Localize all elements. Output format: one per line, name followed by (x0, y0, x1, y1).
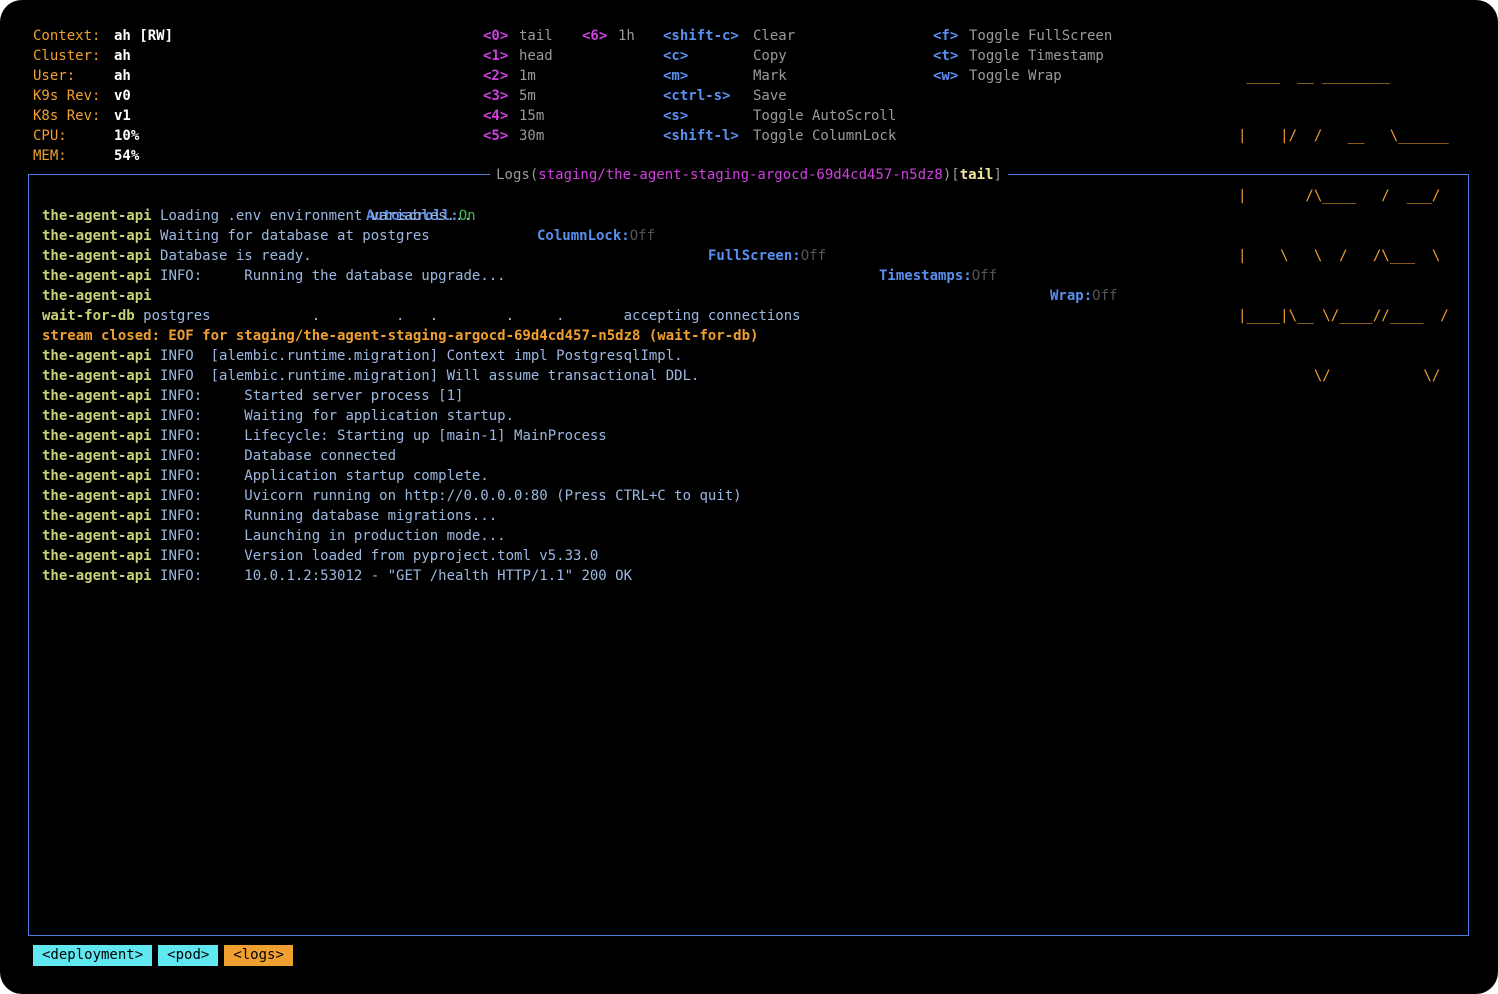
breadcrumb-pod[interactable]: <pod> (158, 945, 219, 966)
info-k8s-rev: K8s Rev: v1 (33, 108, 131, 124)
info-k9s-rev: K9s Rev: v0 (33, 88, 131, 104)
log-line: the-agent-api INFO: Started server proce… (42, 388, 464, 404)
breadcrumb-logs[interactable]: <logs> (224, 945, 293, 966)
info-cpu: CPU: 10% (33, 128, 140, 144)
menu-item-toggle-autoscroll[interactable]: <s> Toggle AutoScroll (663, 106, 896, 126)
log-line: the-agent-api INFO: Waiting for applicat… (42, 408, 515, 424)
status-fullscreen: FullScreen:Off (708, 248, 827, 264)
info-context: Context: ah [RW] (33, 28, 174, 44)
log-line: the-agent-api INFO: Running database mig… (42, 508, 498, 524)
log-line-error: stream closed: EOF for staging/the-agent… (42, 328, 759, 344)
menu-item-15m[interactable]: <4> 15m (483, 106, 544, 126)
log-line: the-agent-api Waiting for database at po… (42, 228, 430, 244)
menu-item-save[interactable]: <ctrl-s> Save (663, 86, 787, 106)
menu-item-30m[interactable]: <5> 30m (483, 126, 544, 146)
log-line: the-agent-api INFO [alembic.runtime.migr… (42, 368, 700, 384)
menu-item-clear[interactable]: <shift-c> Clear (663, 26, 795, 46)
log-line: the-agent-api INFO: Application startup … (42, 468, 489, 484)
log-line: the-agent-api INFO [alembic.runtime.migr… (42, 348, 683, 364)
menu-item-mark[interactable]: <m> Mark (663, 66, 787, 86)
menu-item-toggle-wrap[interactable]: <w> Toggle Wrap (933, 66, 1062, 86)
info-user: User: ah (33, 68, 131, 84)
status-wrap: Wrap:Off (1050, 288, 1118, 304)
menu-item-toggle-fullscreen[interactable]: <f> Toggle FullScreen (933, 26, 1112, 46)
log-mode: tail (959, 167, 994, 183)
logo-line: | |/ / __ \______ (1238, 128, 1458, 144)
terminal-window: Context: ah [RW] Cluster: ah User: ah K9s R… (0, 0, 1498, 994)
log-line: the-agent-api Database is ready. (42, 248, 312, 264)
log-line: the-agent-api INFO: 10.0.1.2:53012 - "GE… (42, 568, 633, 584)
log-line: wait-for-db postgres . . . . . accepting… (42, 308, 801, 324)
log-line: the-agent-api INFO: Uvicorn running on h… (42, 488, 742, 504)
logs-panel-title: Logs(staging/the-agent-staging-argocd-69… (0, 165, 1498, 185)
menu-item-1h[interactable]: <6> 1h (582, 26, 635, 46)
breadcrumb-deployment[interactable]: <deployment> (33, 945, 153, 966)
log-line: the-agent-api INFO: Lifecycle: Starting … (42, 428, 607, 444)
log-line: the-agent-api (42, 288, 152, 304)
breadcrumb: <deployment> <pod> <logs> (33, 945, 299, 966)
menu-item-copy[interactable]: <c> Copy (663, 46, 787, 66)
menu-item-toggle-timestamp[interactable]: <t> Toggle Timestamp (933, 46, 1104, 66)
menu-item-toggle-columnlock[interactable]: <shift-l> Toggle ColumnLock (663, 126, 896, 146)
pod-path: staging/the-agent-staging-argocd-69d4cd4… (538, 167, 943, 183)
menu-item-1m[interactable]: <2> 1m (483, 66, 536, 86)
menu-item-tail[interactable]: <0> tail (483, 26, 553, 46)
log-line: the-agent-api INFO: Version loaded from … (42, 548, 599, 564)
status-timestamps: Timestamps:Off (879, 268, 998, 284)
log-line: the-agent-api INFO: Database connected (42, 448, 397, 464)
log-line: the-agent-api Loading .env environment v… (42, 208, 472, 224)
info-cluster: Cluster: ah (33, 48, 131, 64)
logo-line: ____ __ ________ (1238, 68, 1449, 84)
menu-item-head[interactable]: <1> head (483, 46, 553, 66)
log-status-bar: Autoscroll:On ColumnLock:Off FullScreen:… (366, 186, 1117, 304)
menu-item-5m[interactable]: <3> 5m (483, 86, 536, 106)
log-line: the-agent-api INFO: Launching in product… (42, 528, 506, 544)
log-line: the-agent-api INFO: Running the database… (42, 268, 506, 284)
status-columnlock: ColumnLock:Off (537, 228, 656, 244)
info-mem: MEM: 54% (33, 148, 140, 164)
